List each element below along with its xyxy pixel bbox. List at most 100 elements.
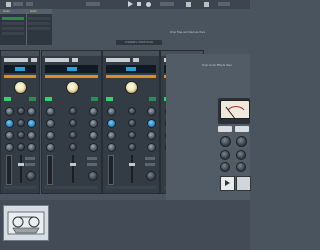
solo-button[interactable] <box>87 163 97 166</box>
eq-knob[interactable] <box>107 107 116 116</box>
eq-knob[interactable] <box>147 143 156 152</box>
eq-knob[interactable] <box>69 143 77 151</box>
menu-button[interactable] <box>6 2 11 7</box>
eq-knob[interactable] <box>46 143 55 152</box>
eq-knob[interactable] <box>46 131 55 140</box>
input-knob[interactable] <box>220 136 231 147</box>
channel-on-button[interactable] <box>45 97 52 101</box>
eq-knob[interactable] <box>27 107 36 116</box>
eq-knob[interactable] <box>89 143 98 152</box>
attack-knob[interactable] <box>220 150 230 160</box>
tempo-display[interactable] <box>13 2 23 6</box>
eq-knob[interactable] <box>107 131 116 140</box>
vu-meter <box>220 100 250 119</box>
eq-knob[interactable] <box>128 143 136 151</box>
pan-knob[interactable] <box>26 171 36 181</box>
eq-knob[interactable] <box>5 119 14 128</box>
eq-knob[interactable] <box>89 107 98 116</box>
eq-knob[interactable] <box>89 119 98 128</box>
volume-fader[interactable] <box>70 163 76 166</box>
eq-knob[interactable] <box>147 119 156 128</box>
preset-arrow[interactable] <box>133 58 139 62</box>
lcd-readout <box>67 67 77 71</box>
channel-on-button[interactable] <box>4 97 11 101</box>
eq-knob[interactable] <box>17 131 25 139</box>
drive-knob[interactable] <box>125 81 138 94</box>
preset-dropdown[interactable] <box>106 58 130 62</box>
channel-mode-button[interactable] <box>29 97 36 101</box>
eq-knob[interactable] <box>5 131 14 140</box>
eq-knob[interactable] <box>128 119 136 127</box>
clip-slot[interactable] <box>28 22 50 25</box>
arrangement-position[interactable] <box>86 2 100 6</box>
level-meter <box>47 155 53 185</box>
play-icon[interactable] <box>128 1 133 7</box>
eq-knob[interactable] <box>128 131 136 139</box>
record-icon[interactable] <box>146 2 151 7</box>
clip-slot[interactable] <box>28 27 50 30</box>
drive-knob[interactable] <box>66 81 79 94</box>
mix-knob[interactable] <box>236 162 246 172</box>
clip-slot[interactable] <box>28 17 50 20</box>
solo-button[interactable] <box>25 163 35 166</box>
browser-header-right[interactable]: Audio <box>30 10 37 13</box>
eq-knob[interactable] <box>46 107 55 116</box>
level-bar <box>106 75 156 78</box>
pan-knob[interactable] <box>146 171 156 181</box>
volume-fader[interactable] <box>129 163 135 166</box>
draw-mode-button[interactable] <box>186 2 191 7</box>
device-thumbnail[interactable] <box>3 205 49 241</box>
eq-knob[interactable] <box>69 107 77 115</box>
eq-knob[interactable] <box>27 119 36 128</box>
browser-header-left[interactable]: Audio <box>3 10 10 13</box>
eq-knob[interactable] <box>17 107 25 115</box>
preset-dropdown[interactable] <box>4 58 28 62</box>
eq-knob[interactable] <box>69 131 77 139</box>
meter-display[interactable] <box>26 2 33 6</box>
channel-header <box>42 51 101 56</box>
clip-slot[interactable] <box>2 32 24 35</box>
transport-bar <box>0 0 250 9</box>
device-side-panel: Drop Audio Effects Here <box>166 54 251 200</box>
ratio-knob[interactable] <box>220 162 230 172</box>
eq-knob[interactable] <box>27 143 36 152</box>
solo-button[interactable] <box>145 163 155 166</box>
eq-knob[interactable] <box>27 131 36 140</box>
clip-slot[interactable] <box>2 22 24 25</box>
stop-icon[interactable] <box>137 2 141 6</box>
eq-knob[interactable] <box>107 143 116 152</box>
eq-knob[interactable] <box>128 107 136 115</box>
release-knob[interactable] <box>236 150 246 160</box>
key-map-button[interactable] <box>204 2 209 7</box>
play-icon <box>225 180 230 186</box>
loop-display[interactable] <box>160 2 174 6</box>
clip-slot[interactable] <box>2 27 24 30</box>
eq-knob[interactable] <box>147 107 156 116</box>
preset-arrow[interactable] <box>72 58 78 62</box>
eq-knob[interactable] <box>17 119 25 127</box>
pan-knob[interactable] <box>88 171 98 181</box>
channel-on-button[interactable] <box>106 97 113 101</box>
preset-dropdown[interactable] <box>45 58 69 62</box>
eq-knob[interactable] <box>5 143 14 152</box>
eq-knob[interactable] <box>69 119 77 127</box>
eq-knob[interactable] <box>5 107 14 116</box>
eq-knob[interactable] <box>46 119 55 128</box>
drive-knob[interactable] <box>14 81 27 94</box>
eq-knob[interactable] <box>17 143 25 151</box>
mute-button[interactable] <box>25 157 35 160</box>
volume-fader[interactable] <box>18 163 24 166</box>
channel-mode-button[interactable] <box>149 97 156 101</box>
clip-slot[interactable] <box>2 17 24 20</box>
mute-button[interactable] <box>87 157 97 160</box>
channel-header <box>103 51 159 56</box>
big-stop-button[interactable] <box>236 176 251 191</box>
eq-knob[interactable] <box>147 131 156 140</box>
output-knob[interactable] <box>236 136 247 147</box>
big-play-button[interactable] <box>220 176 235 191</box>
mute-button[interactable] <box>145 157 155 160</box>
eq-knob[interactable] <box>107 119 116 128</box>
eq-knob[interactable] <box>89 131 98 140</box>
channel-mode-button[interactable] <box>91 97 98 101</box>
preset-arrow[interactable] <box>31 58 37 62</box>
